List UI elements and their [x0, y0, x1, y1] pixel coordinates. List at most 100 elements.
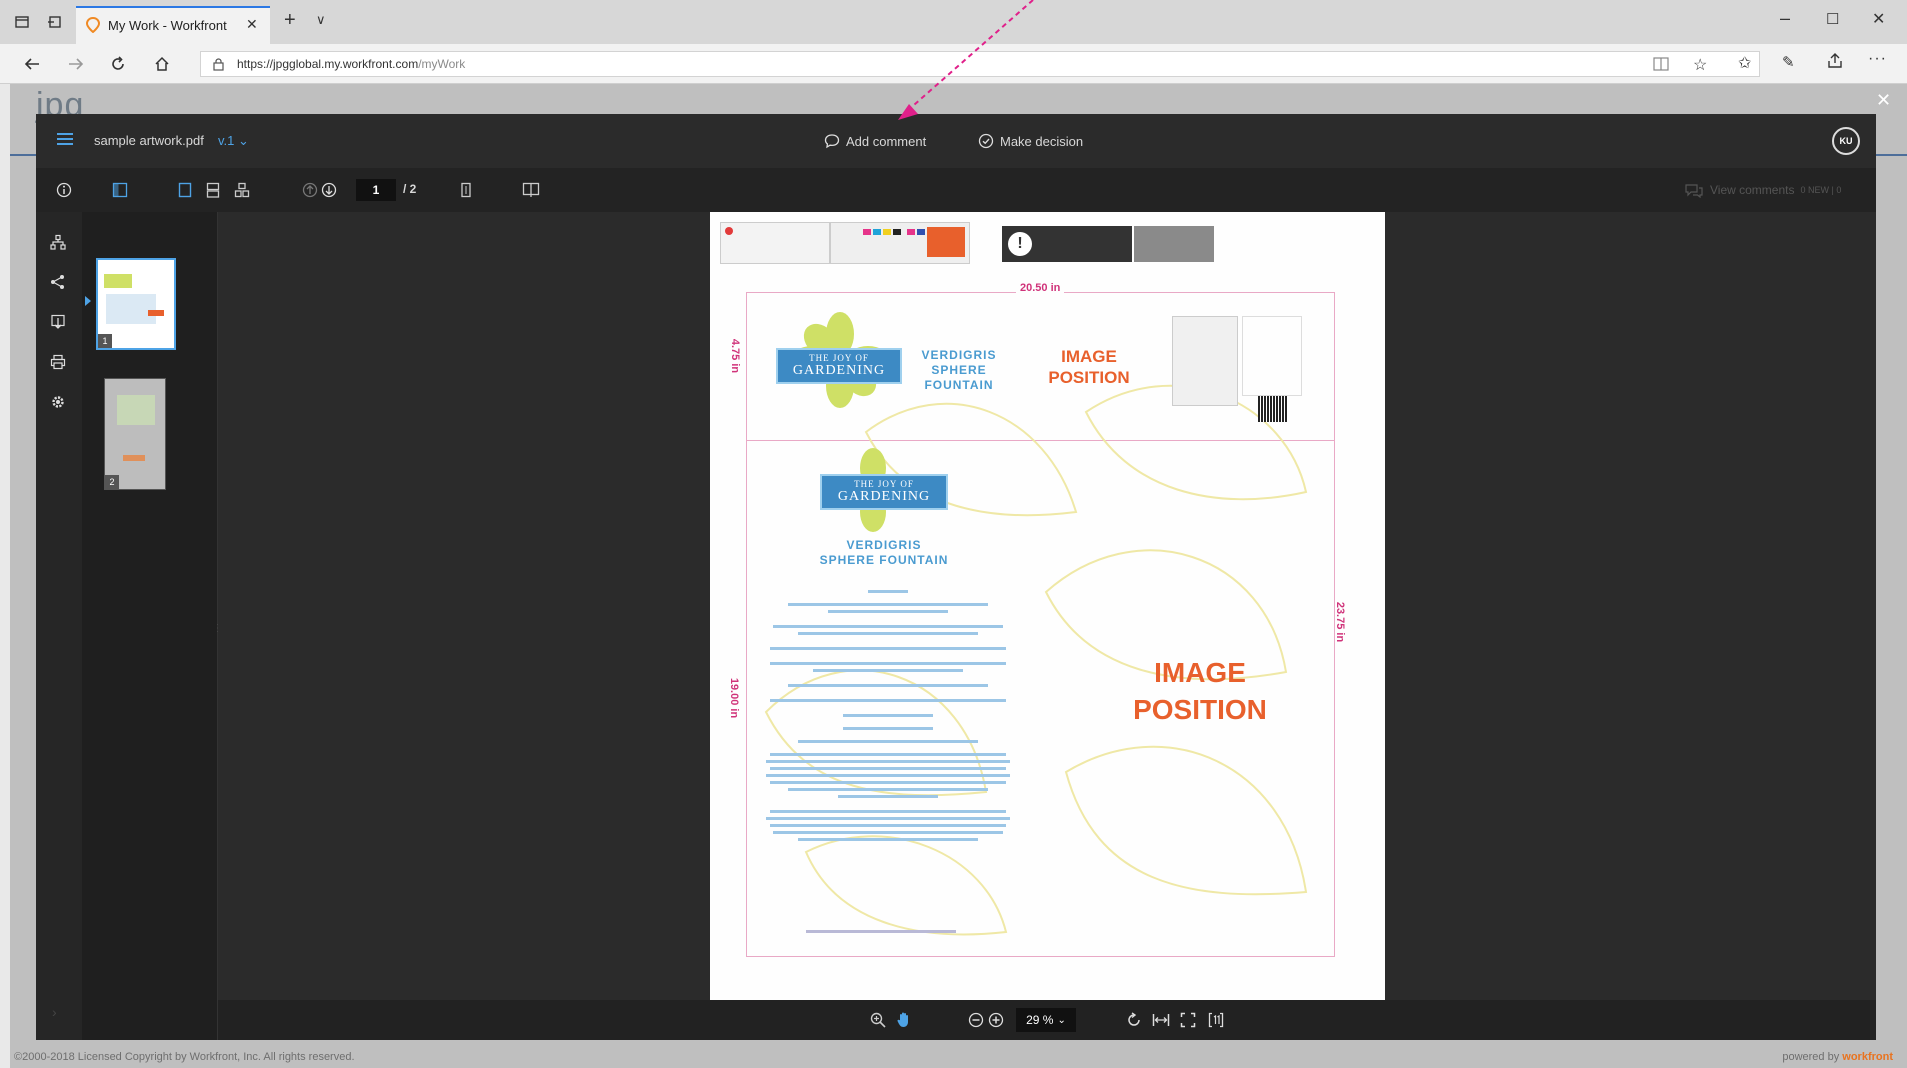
legal-text-block: [1134, 226, 1214, 262]
zoom-toolbar: 29 % ⌄: [218, 1000, 1876, 1040]
width-dimension-label: 20.50 in: [1016, 282, 1065, 294]
pan-hand-icon[interactable]: [896, 1011, 912, 1029]
share-nodes-icon[interactable]: [50, 274, 66, 290]
job-ticket-block: [720, 222, 830, 264]
version-selector[interactable]: v.1 ⌄: [218, 133, 249, 149]
page-thumbnail[interactable]: 2: [104, 378, 166, 490]
reading-view-icon[interactable]: [1653, 57, 1669, 71]
image-position-main: IMAGE POSITION: [1133, 657, 1267, 725]
single-page-view-icon[interactable]: [178, 182, 192, 198]
user-avatar[interactable]: KU: [1832, 127, 1860, 155]
image-position-top: IMAGE POSITION: [1048, 347, 1130, 387]
forward-arrow-icon[interactable]: [62, 50, 90, 78]
swatch-black: [893, 229, 901, 235]
gardening-logo-box: THE JOY OF GARDENING: [820, 474, 948, 510]
window-maximize-button[interactable]: ☐: [1826, 10, 1839, 28]
workflow-icon[interactable]: [50, 234, 66, 250]
fit-page-icon[interactable]: [460, 182, 472, 198]
thumbnail-panel-toggle-icon[interactable]: [112, 182, 128, 198]
annotation-arrow-icon: [898, 0, 1034, 120]
tab-list-chevron-icon[interactable]: ∨: [316, 12, 326, 28]
swatch-blue: [917, 229, 925, 235]
page-thumbnail[interactable]: 1: [96, 258, 176, 350]
zoom-in-icon[interactable]: [988, 1012, 1004, 1028]
tab-my-work[interactable]: My Work - Workfront ✕: [76, 6, 270, 44]
grid-view-icon[interactable]: [234, 182, 250, 198]
warning-block: [927, 227, 965, 257]
view-comments-button[interactable]: View comments 0 NEW | 0: [1684, 181, 1841, 199]
next-page-icon[interactable]: [321, 182, 337, 198]
gardening-title: GARDENING: [837, 489, 931, 504]
gardening-title: GARDENING: [792, 363, 886, 378]
viewer-toolbar: / 2 View comments 0 NEW | 0: [36, 168, 1876, 212]
product-description-copy: [766, 584, 1010, 845]
hamburger-menu-icon[interactable]: [56, 132, 74, 146]
swatch-yellow: [883, 229, 891, 235]
zoom-level-select[interactable]: 29 % ⌄: [1016, 1008, 1076, 1032]
make-decision-button[interactable]: Make decision: [978, 130, 1083, 152]
swatch-magenta: [863, 229, 871, 235]
compare-view-icon[interactable]: [522, 182, 540, 198]
right-height-dimension-label: 23.75 in: [1334, 601, 1347, 643]
web-note-icon[interactable]: ✎: [1782, 53, 1795, 71]
dimension-footnote: [806, 930, 956, 933]
product-name-top: VERDIGRIS SPHERE FOUNTAIN: [921, 348, 997, 392]
page-number-input[interactable]: [356, 179, 396, 201]
gardening-tagline: THE JOY OF: [809, 353, 869, 363]
home-icon[interactable]: [148, 50, 176, 78]
print-icon[interactable]: [50, 354, 66, 370]
exclamation-icon: !: [1008, 232, 1032, 256]
set-aside-tabs-icon[interactable]: [40, 8, 68, 36]
share-icon[interactable]: [1826, 52, 1844, 70]
fit-width-icon[interactable]: [1152, 1012, 1170, 1028]
favorite-star-icon[interactable]: ☆: [1693, 55, 1707, 75]
thumbnail-artwork: [123, 455, 145, 461]
top-height-dimension-label: 4.75 in: [729, 338, 742, 374]
refresh-icon[interactable]: [104, 50, 132, 78]
back-arrow-icon[interactable]: [18, 50, 46, 78]
zoom-out-icon[interactable]: [968, 1012, 984, 1028]
artwork-document-page[interactable]: ! 20.50 in 4.75 in 19.00 in 23.75 in THE…: [710, 212, 1385, 1000]
settings-gear-icon[interactable]: [50, 394, 66, 410]
fullscreen-icon[interactable]: [1180, 1012, 1196, 1028]
actual-size-icon[interactable]: [1208, 1012, 1224, 1028]
more-menu-icon[interactable]: ···: [1868, 50, 1887, 68]
thumbnail-artwork: [117, 395, 155, 425]
job-ticket-marker: [725, 227, 733, 235]
tab-actions-icon[interactable]: [8, 8, 36, 36]
make-decision-label: Make decision: [1000, 133, 1084, 149]
continuous-view-icon[interactable]: [206, 182, 220, 198]
url-text: https://jpgglobal.my.workfront.com/myWor…: [237, 57, 466, 71]
rotate-icon[interactable]: [1126, 1012, 1142, 1028]
view-comments-label: View comments: [1710, 183, 1795, 197]
favorites-hub-icon[interactable]: ✩: [1738, 53, 1751, 73]
previous-page-icon[interactable]: [302, 182, 318, 198]
new-comments-count: 0 NEW | 0: [1800, 185, 1842, 195]
thumbnail-artwork: [148, 310, 164, 316]
comments-icon: [1684, 182, 1704, 198]
overlay-close-button[interactable]: ✕: [1876, 90, 1891, 111]
expand-sidebar-icon[interactable]: ›: [52, 1004, 57, 1020]
warning-label-panel: [1172, 316, 1238, 406]
window-minimize-button[interactable]: –: [1780, 8, 1790, 29]
footer-powered-by: powered by workfront: [1782, 1051, 1893, 1063]
gardening-tagline: THE JOY OF: [854, 479, 914, 489]
viewer-sidebar: ›: [36, 212, 82, 1040]
thumbnail-artwork: [106, 294, 156, 324]
window-close-button[interactable]: ✕: [1872, 9, 1885, 29]
tab-close-icon[interactable]: ✕: [246, 16, 258, 33]
check-circle-icon: [978, 133, 994, 149]
lock-icon: [213, 58, 224, 71]
thumbnail-panel: 1 2 ⋮: [82, 212, 223, 1040]
download-icon[interactable]: [50, 314, 66, 330]
swatch-cyan: [873, 229, 881, 235]
thumbnail-artwork: [104, 274, 132, 288]
new-tab-button[interactable]: +: [284, 9, 296, 32]
thumbnail-page-number: 1: [98, 334, 112, 348]
info-icon[interactable]: [56, 182, 72, 198]
add-comment-button[interactable]: Add comment: [824, 130, 926, 152]
bottom-height-dimension-label: 19.00 in: [728, 677, 741, 719]
zoom-tool-icon[interactable]: [870, 1012, 886, 1028]
file-name: sample artwork.pdf: [94, 133, 204, 148]
comment-bubble-icon: [824, 133, 840, 149]
